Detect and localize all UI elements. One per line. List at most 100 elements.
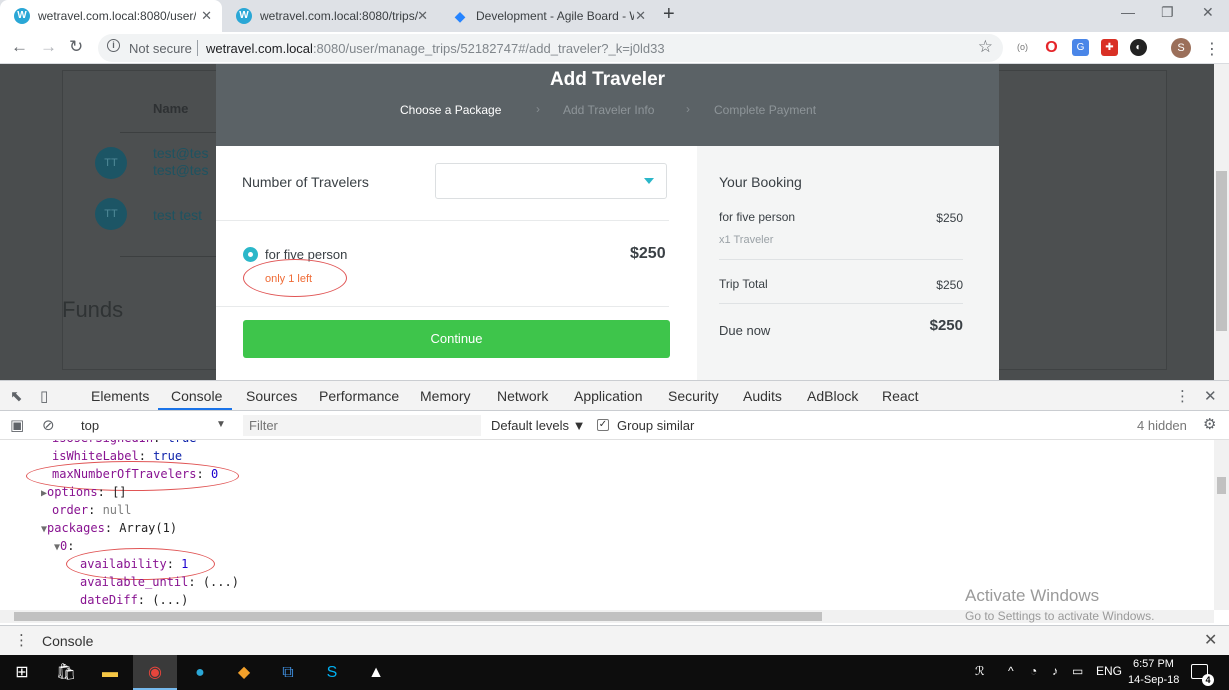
app-icon[interactable]: ● xyxy=(178,655,222,690)
vscode-icon[interactable]: ⧉ xyxy=(266,655,310,690)
browser-tab-3[interactable]: ◆ Development - Agile Board - We ✕ xyxy=(438,0,656,32)
photos-icon[interactable]: ▲ xyxy=(354,655,398,690)
divider xyxy=(216,220,669,221)
wetravel-icon: W xyxy=(236,8,252,24)
devtools-panel: ⬉ ▯ Elements Console Sources Performance… xyxy=(0,380,1229,655)
security-label: Not secure xyxy=(129,41,192,56)
volume-icon[interactable]: ♪ xyxy=(1052,664,1058,678)
tab-sources[interactable]: Sources xyxy=(246,388,297,404)
chevron-up-icon[interactable]: ^ xyxy=(1008,664,1014,678)
package-radio[interactable] xyxy=(243,247,258,262)
clock-time[interactable]: 6:57 PM xyxy=(1133,658,1174,670)
avatar[interactable]: S xyxy=(1171,38,1191,58)
devtools-close-icon[interactable]: ✕ xyxy=(1204,387,1217,405)
language-indicator[interactable]: ENG xyxy=(1096,664,1122,678)
file-explorer-icon[interactable]: ▬ xyxy=(88,655,132,690)
gear-icon[interactable]: ⚙ xyxy=(1203,415,1216,433)
drawer-tab-console[interactable]: Console xyxy=(42,633,93,649)
scrollbar-thumb[interactable] xyxy=(1217,477,1226,494)
console-scrollbar[interactable] xyxy=(1214,440,1229,610)
scrollbar-thumb[interactable] xyxy=(14,612,822,621)
browser-tab-1[interactable]: W wetravel.com.local:8080/user/ma ✕ xyxy=(0,0,222,32)
travelers-select[interactable] xyxy=(435,163,667,199)
address-bar[interactable]: i Not secure wetravel.com.local:8080/use… xyxy=(98,34,1003,62)
url-text[interactable]: wetravel.com.local:8080/user/manage_trip… xyxy=(206,41,665,56)
hidden-count: 4 hidden xyxy=(1137,418,1187,433)
tab-elements[interactable]: Elements xyxy=(91,388,149,404)
people-icon[interactable]: ℛ xyxy=(975,664,985,678)
new-tab-button[interactable]: + xyxy=(663,3,675,26)
back-icon[interactable]: ← xyxy=(11,37,28,57)
tab-console[interactable]: Console xyxy=(171,388,222,404)
browser-tab-2[interactable]: W wetravel.com.local:8080/trips/tes ✕ xyxy=(222,0,438,32)
avatar: TT xyxy=(95,198,127,230)
close-icon[interactable]: ✕ xyxy=(635,0,646,32)
console-line[interactable]: order: null xyxy=(52,503,131,517)
tab-react[interactable]: React xyxy=(882,388,919,404)
extension-dark-icon[interactable]: ◐ xyxy=(1130,39,1147,56)
tab-title: wetravel.com.local:8080/trips/tes xyxy=(260,9,418,23)
scrollbar-thumb[interactable] xyxy=(1216,171,1227,331)
tab-adblock[interactable]: AdBlock xyxy=(807,388,858,404)
tab-application[interactable]: Application xyxy=(574,388,643,404)
skype-icon[interactable]: S xyxy=(310,655,354,690)
continue-button[interactable]: Continue xyxy=(243,320,670,358)
forward-icon[interactable]: → xyxy=(40,37,57,57)
modal-header: Add Traveler Choose a Package › Add Trav… xyxy=(216,64,999,146)
bookmark-star-icon[interactable]: ☆ xyxy=(978,37,993,57)
tab-memory[interactable]: Memory xyxy=(420,388,471,404)
battery-icon[interactable]: ▭ xyxy=(1072,664,1083,678)
console-filter-input[interactable] xyxy=(243,415,481,436)
clear-console-icon[interactable]: ⊘ xyxy=(42,416,55,434)
clock-date[interactable]: 14-Sep-18 xyxy=(1128,674,1179,686)
extension-red-icon[interactable]: ✚ xyxy=(1101,39,1118,56)
close-icon[interactable]: ✕ xyxy=(417,0,428,32)
booking-item-qty: x1 Traveler xyxy=(719,234,774,246)
extension-icon[interactable]: (o) xyxy=(1014,39,1031,56)
chevron-down-icon xyxy=(644,178,654,184)
reload-icon[interactable]: ↻ xyxy=(69,37,83,57)
activate-windows-watermark: Activate Windows xyxy=(965,586,1100,605)
minimize-icon[interactable]: — xyxy=(1121,4,1135,20)
package-price: $250 xyxy=(630,245,666,262)
travelers-label: Number of Travelers xyxy=(242,174,369,190)
browser-toolbar: ← → ↻ i Not secure wetravel.com.local:80… xyxy=(0,32,1229,64)
translate-icon[interactable]: G xyxy=(1072,39,1089,56)
tab-security[interactable]: Security xyxy=(668,388,719,404)
close-icon[interactable]: ✕ xyxy=(201,0,212,32)
opera-icon[interactable]: O xyxy=(1043,39,1060,56)
menu-icon[interactable]: ⋮ xyxy=(1204,39,1220,59)
tab-title: wetravel.com.local:8080/user/ma xyxy=(38,9,196,23)
tab-network[interactable]: Network xyxy=(497,388,548,404)
start-icon[interactable]: ⊞ xyxy=(0,655,44,690)
inspect-icon[interactable]: ⬉ xyxy=(10,387,23,405)
info-icon[interactable]: i xyxy=(107,39,120,52)
log-levels-dropdown[interactable]: Default levels ▼ xyxy=(491,418,586,433)
wifi-icon[interactable]: ◔ xyxy=(1030,664,1037,678)
tab-performance[interactable]: Performance xyxy=(319,388,399,404)
divider xyxy=(719,303,963,304)
tab-audits[interactable]: Audits xyxy=(743,388,782,404)
console-line[interactable]: ▼packages: Array(1) xyxy=(41,521,177,535)
store-icon[interactable]: 🛍 xyxy=(44,655,88,690)
drawer-menu-icon[interactable]: ⋮ xyxy=(14,631,29,649)
devtools-menu-icon[interactable]: ⋮ xyxy=(1175,387,1190,405)
console-line[interactable]: available_until: (...) xyxy=(80,575,239,589)
console-line[interactable]: isUserSignedIn: true xyxy=(52,440,197,445)
context-select[interactable]: top xyxy=(81,418,99,433)
git-icon[interactable]: ◆ xyxy=(222,655,266,690)
chrome-icon[interactable]: ◉ xyxy=(133,655,177,690)
console-line[interactable]: ▼0: xyxy=(54,539,75,553)
page-scrollbar[interactable] xyxy=(1214,64,1229,380)
console-line[interactable]: dateDiff: (...) xyxy=(80,593,188,607)
section-title: Funds xyxy=(62,297,124,322)
drawer-close-icon[interactable]: ✕ xyxy=(1204,630,1217,650)
sidebar-toggle-icon[interactable]: ▣ xyxy=(10,416,24,434)
device-toolbar-icon[interactable]: ▯ xyxy=(40,387,48,405)
window-close-icon[interactable]: ✕ xyxy=(1202,4,1214,21)
package-selection: Number of Travelers for five person $250… xyxy=(216,146,697,380)
console-line[interactable]: ▶options: [] xyxy=(41,485,127,499)
trip-total-value: $250 xyxy=(936,278,963,292)
restore-icon[interactable]: ❐ xyxy=(1161,4,1174,21)
group-similar-checkbox[interactable]: ✓ xyxy=(597,419,609,431)
